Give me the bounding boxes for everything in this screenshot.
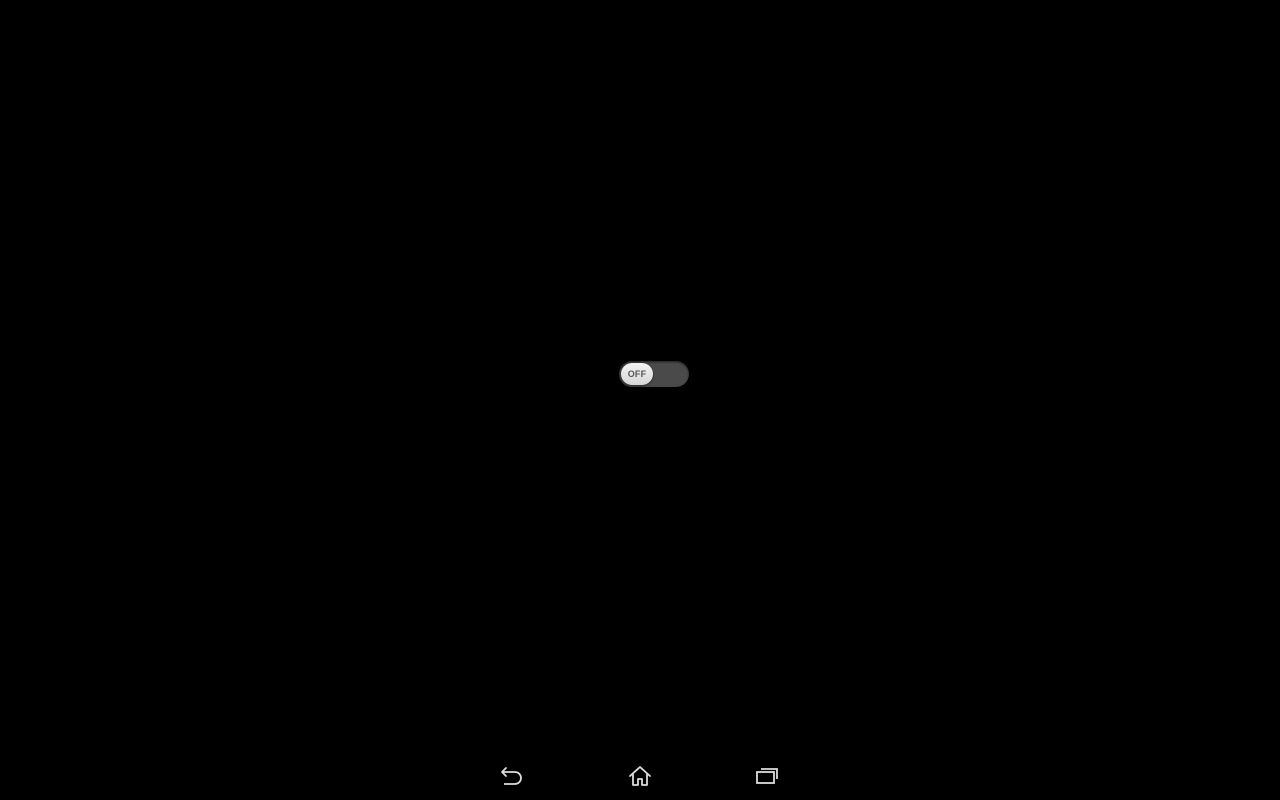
- toggle-state-label: OFF: [627, 369, 647, 379]
- app-screen: OFF: [0, 0, 1280, 800]
- toggle-thumb: OFF: [621, 363, 653, 385]
- recents-button[interactable]: [735, 752, 799, 800]
- recents-icon: [755, 767, 779, 785]
- home-button[interactable]: [608, 752, 672, 800]
- home-icon: [628, 765, 652, 787]
- back-icon: [499, 766, 525, 786]
- toggle-switch[interactable]: OFF: [619, 361, 689, 387]
- back-button[interactable]: [480, 752, 544, 800]
- navigation-bar: [0, 752, 1280, 800]
